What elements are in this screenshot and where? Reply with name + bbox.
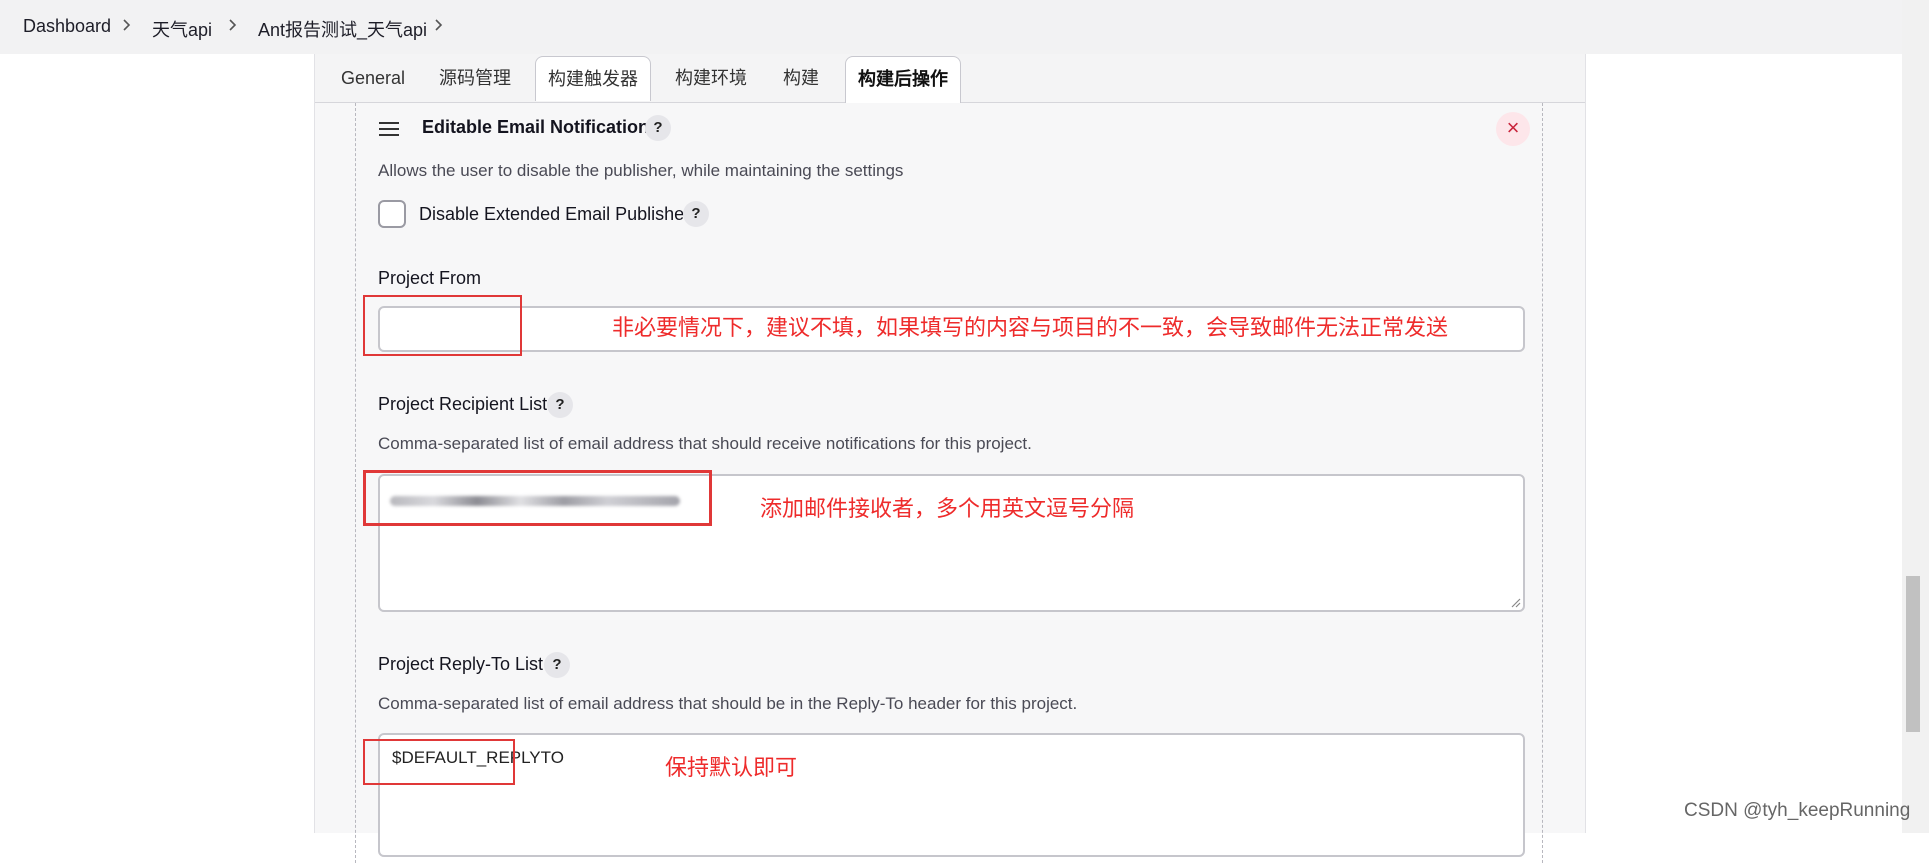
reply-to-label: Project Reply-To List xyxy=(378,654,544,674)
tab-source-code-management[interactable]: 源码管理 xyxy=(439,54,511,102)
chevron-right-icon xyxy=(120,15,134,35)
config-tabs: General 源码管理 构建触发器 构建环境 构建 构建后操作 xyxy=(315,54,1585,104)
step-title: Editable Email Notification xyxy=(422,117,650,137)
disable-publisher-label: Disable Extended Email Publisher xyxy=(419,204,691,224)
breadcrumb-weather-api[interactable]: 天气api xyxy=(152,16,212,42)
disable-publisher-checkbox[interactable] xyxy=(378,200,406,228)
tab-post-build-actions[interactable]: 构建后操作 xyxy=(845,56,961,104)
tab-build-triggers[interactable]: 构建触发器 xyxy=(535,56,651,101)
recipient-list-description: Comma-separated list of email address th… xyxy=(378,434,1032,453)
chevron-right-icon xyxy=(226,15,240,35)
breadcrumb: Dashboard 天气api Ant报告测试_天气api xyxy=(0,0,1929,54)
annotation-box xyxy=(363,295,522,356)
resize-grip-icon[interactable] xyxy=(1509,596,1521,608)
watermark: CSDN @tyh_keepRunning xyxy=(1684,800,1911,821)
annotation-box xyxy=(363,739,515,785)
scrollbar-thumb[interactable] xyxy=(1906,576,1920,732)
reply-to-description: Comma-separated list of email address th… xyxy=(378,694,1078,713)
breadcrumb-dashboard[interactable]: Dashboard xyxy=(23,16,111,37)
breadcrumb-job[interactable]: Ant报告测试_天气api xyxy=(258,16,427,42)
annotation-recipient: 添加邮件接收者，多个用英文逗号分隔 xyxy=(760,496,1135,521)
chevron-right-icon[interactable] xyxy=(432,15,446,35)
config-content: General 源码管理 构建触发器 构建环境 构建 构建后操作 Editabl… xyxy=(314,54,1586,863)
step-description: Allows the user to disable the publisher… xyxy=(378,161,904,180)
annotation-reply-to: 保持默认即可 xyxy=(665,755,798,780)
annotation-box xyxy=(363,470,712,526)
project-from-label: Project From xyxy=(378,268,482,288)
drag-handle-icon[interactable] xyxy=(379,122,399,136)
close-icon[interactable]: × xyxy=(1496,112,1530,146)
help-icon[interactable]: ? xyxy=(544,652,570,678)
annotation-project-from: 非必要情况下，建议不填，如果填写的内容与项目的不一致，会导致邮件无法正常发送 xyxy=(612,315,1449,340)
help-icon[interactable]: ? xyxy=(683,201,709,227)
help-icon[interactable]: ? xyxy=(645,115,671,141)
help-icon[interactable]: ? xyxy=(547,392,573,418)
tab-build-environment[interactable]: 构建环境 xyxy=(675,54,747,102)
reply-to-textarea[interactable]: $DEFAULT_REPLYTO xyxy=(378,733,1525,857)
post-build-panel: Editable Email Notification ? × Allows t… xyxy=(315,103,1585,863)
recipient-list-label: Project Recipient List xyxy=(378,394,548,414)
tab-build[interactable]: 构建 xyxy=(783,54,819,102)
tab-general[interactable]: General xyxy=(341,54,405,102)
